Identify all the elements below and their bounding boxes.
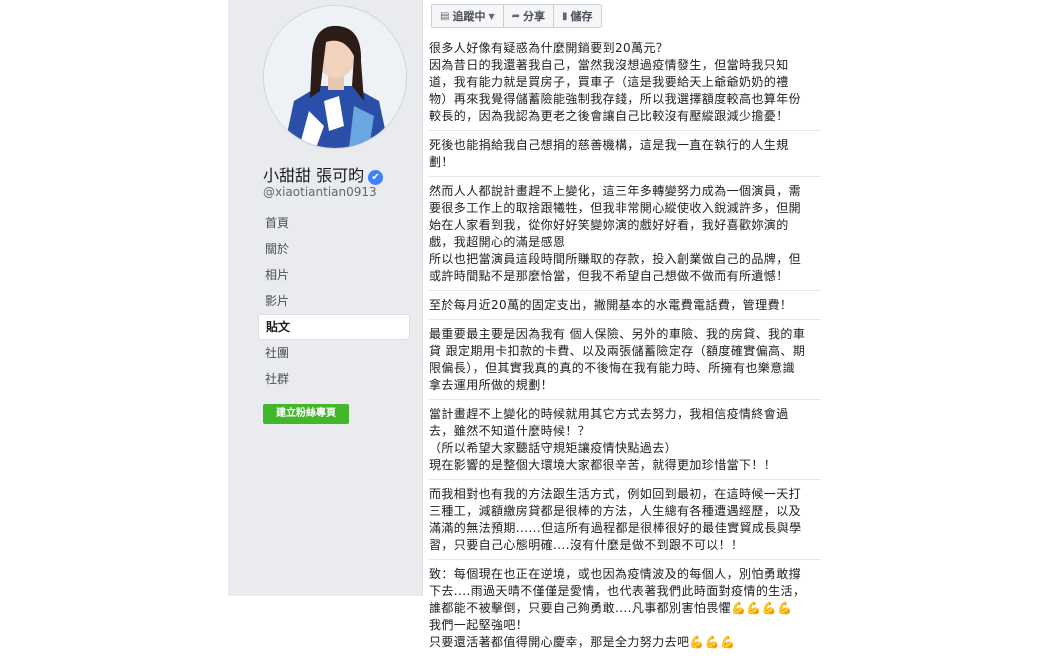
- nav-item-posts[interactable]: 貼文: [258, 314, 410, 340]
- save-button[interactable]: ▮ 儲存: [554, 5, 601, 27]
- profile-name-text: 小甜甜 張可昀: [263, 166, 365, 185]
- post-line: 下去....雨過天晴不僅僅是愛情，也代表著我們此時面對疫情的生活，: [429, 584, 806, 598]
- post-paragraph: 至於每月近20萬的固定支出，撇開基本的水電費電話費，管理費！: [429, 297, 821, 320]
- post-line: 或許時間點不是那麼恰當，但我不希望自己想做不做而有所遺憾！: [429, 269, 789, 283]
- nav-item-groups[interactable]: 社團: [258, 340, 410, 366]
- post-line: 然而人人都說計畫趕不上變化，這三年多轉變努力成為一個演員，需: [429, 184, 802, 198]
- post-line: 始在人家看到我，從你好好笑變妳演的戲好好看，我好喜歡妳演的: [429, 218, 789, 232]
- post-line: 死後也能捐給我自己想捐的慈善機構，這是我一直在執行的人生規: [429, 138, 789, 152]
- create-page-button[interactable]: 建立粉絲專頁: [263, 404, 349, 424]
- share-button[interactable]: ➦ 分享: [504, 5, 554, 27]
- post-line: 去，雖然不知道什麼時候！？: [429, 424, 591, 438]
- post-line: 戲，我超開心的滿是感恩: [429, 235, 566, 249]
- nav-item-about[interactable]: 關於: [258, 236, 410, 262]
- post-line: 很多人好像有疑惑為什麼開銷要到20萬元？: [429, 41, 669, 55]
- follow-button[interactable]: ▤ 追蹤中 ▼: [432, 5, 504, 27]
- post-paragraph: 很多人好像有疑惑為什麼開銷要到20萬元？ 因為昔日的我還著我自己，當然我沒想過疫…: [429, 40, 821, 131]
- post-line: 我們一起堅強吧！: [429, 618, 529, 632]
- post-line: 致：每個現在也正在逆境，或也因為疫情波及的每個人，別怕勇敢撐: [429, 567, 802, 581]
- profile-handle: @xiaotiantian0913: [263, 185, 377, 199]
- post-line: 較長的，因為我認為更老之後會讓自己比較沒有壓縱跟減少擔憂！: [429, 109, 789, 123]
- post-toolbar: ▤ 追蹤中 ▼ ➦ 分享 ▮ 儲存: [431, 4, 602, 28]
- page-nav: 首頁 關於 相片 影片 貼文 社團 社群: [258, 210, 410, 392]
- post-line: 而我相對也有我的方法跟生活方式，例如回到最初，在這時候一天打: [429, 487, 802, 501]
- post-paragraph: 致：每個現在也正在逆境，或也因為疫情波及的每個人，別怕勇敢撐 下去....雨過天…: [429, 566, 821, 656]
- post-card: ▤ 追蹤中 ▼ ➦ 分享 ▮ 儲存 很多人好像有疑惑為什麼開銷要到20萬元？ 因…: [422, 0, 831, 649]
- post-line: （所以希望大家聽話守規矩讓疫情快點過去）: [429, 441, 678, 455]
- post-line: 劃！: [429, 155, 454, 169]
- right-margin: [831, 0, 1060, 596]
- post-line: 最重要最主要是因為我有 個人保險、另外的車險、我的房貸、我的車: [429, 327, 806, 341]
- nav-item-photos[interactable]: 相片: [258, 262, 410, 288]
- post-paragraph: 然而人人都說計畫趕不上變化，這三年多轉變努力成為一個演員，需 要很多工作上的取捨…: [429, 183, 821, 291]
- avatar[interactable]: [263, 5, 407, 149]
- post-line: 貸 跟定期用卡扣款的卡費、以及兩張儲蓄險定存（額度確實偏高、期: [429, 344, 806, 358]
- post-line: 滿滿的無法預期......但這所有過程都是很棒很好的最佳實貿成長與學: [429, 521, 802, 535]
- nav-item-home[interactable]: 首頁: [258, 210, 410, 236]
- post-paragraph: 當計畫趕不上變化的時候就用其它方式去努力，我相信疫情終會過 去，雖然不知道什麼時…: [429, 406, 821, 480]
- post-line: 拿去運用所做的規劃！: [429, 378, 554, 392]
- bookmark-icon: ▮: [562, 10, 568, 22]
- profile-name[interactable]: 小甜甜 張可昀 ✔: [263, 162, 384, 186]
- post-line: 習，只要自己心態明確....沒有什麼是做不到跟不可以！！: [429, 538, 744, 552]
- post-line: 物）再來我覺得儲蓄險能強制我存錢，所以我選擇額度較高也算年份: [429, 92, 802, 106]
- post-line: 誰都能不被擊倒，只要自己夠勇敢....凡事都別害怕畏懼💪💪💪💪: [429, 601, 793, 615]
- save-label: 儲存: [570, 10, 593, 23]
- post-line: 當計畫趕不上變化的時候就用其它方式去努力，我相信疫情終會過: [429, 407, 789, 421]
- avatar-image: [264, 6, 406, 148]
- post-line: 因為昔日的我還著我自己，當然我沒想過疫情發生，但當時我只知: [429, 58, 789, 72]
- post-line: 道，我有能力就是買房子，買車子（這是我要給天上爺爺奶奶的禮: [429, 75, 789, 89]
- post-paragraph: 而我相對也有我的方法跟生活方式，例如回到最初，在這時候一天打 三種工，減額繳房貸…: [429, 486, 821, 560]
- post-line: 要很多工作上的取捨跟犧牲，但我非常開心縱使收入銳減許多，但開: [429, 201, 802, 215]
- follow-label: 追蹤中: [452, 10, 486, 23]
- post-body: 很多人好像有疑惑為什麼開銷要到20萬元？ 因為昔日的我還著我自己，當然我沒想過疫…: [429, 40, 821, 662]
- chevron-down-icon: ▼: [488, 11, 495, 21]
- post-line: 現在影響的是整個大環境大家都很辛苦，就得更加珍惜當下！！: [429, 458, 777, 472]
- post-line: 所以也把當演員這段時間所賺取的存款，投入創業做自己的品牌，但: [429, 252, 802, 266]
- nav-item-community[interactable]: 社群: [258, 366, 410, 392]
- post-paragraph: 死後也能捐給我自己想捐的慈善機構，這是我一直在執行的人生規 劃！: [429, 137, 821, 177]
- post-line: 至於每月近20萬的固定支出，撇開基本的水電費電話費，管理費！: [429, 298, 793, 312]
- share-label: 分享: [523, 10, 545, 23]
- rss-icon: ▤: [440, 10, 450, 22]
- verified-badge-icon: ✔: [368, 170, 384, 185]
- nav-item-videos[interactable]: 影片: [258, 288, 410, 314]
- post-line: 三種工，減額繳房貸都是很棒的方法，人生總有各種遭遇經歷，以及: [429, 504, 802, 518]
- share-icon: ➦: [511, 10, 520, 22]
- post-line: 只要還活著都值得開心慶幸，那是全力努力去吧💪💪💪: [429, 635, 736, 649]
- post-paragraph: 最重要最主要是因為我有 個人保險、另外的車險、我的房貸、我的車 貸 跟定期用卡扣…: [429, 326, 821, 400]
- post-line: 限偏長），但其實我真的真的不後悔在我有能力時、所擁有也樂意識: [429, 361, 796, 375]
